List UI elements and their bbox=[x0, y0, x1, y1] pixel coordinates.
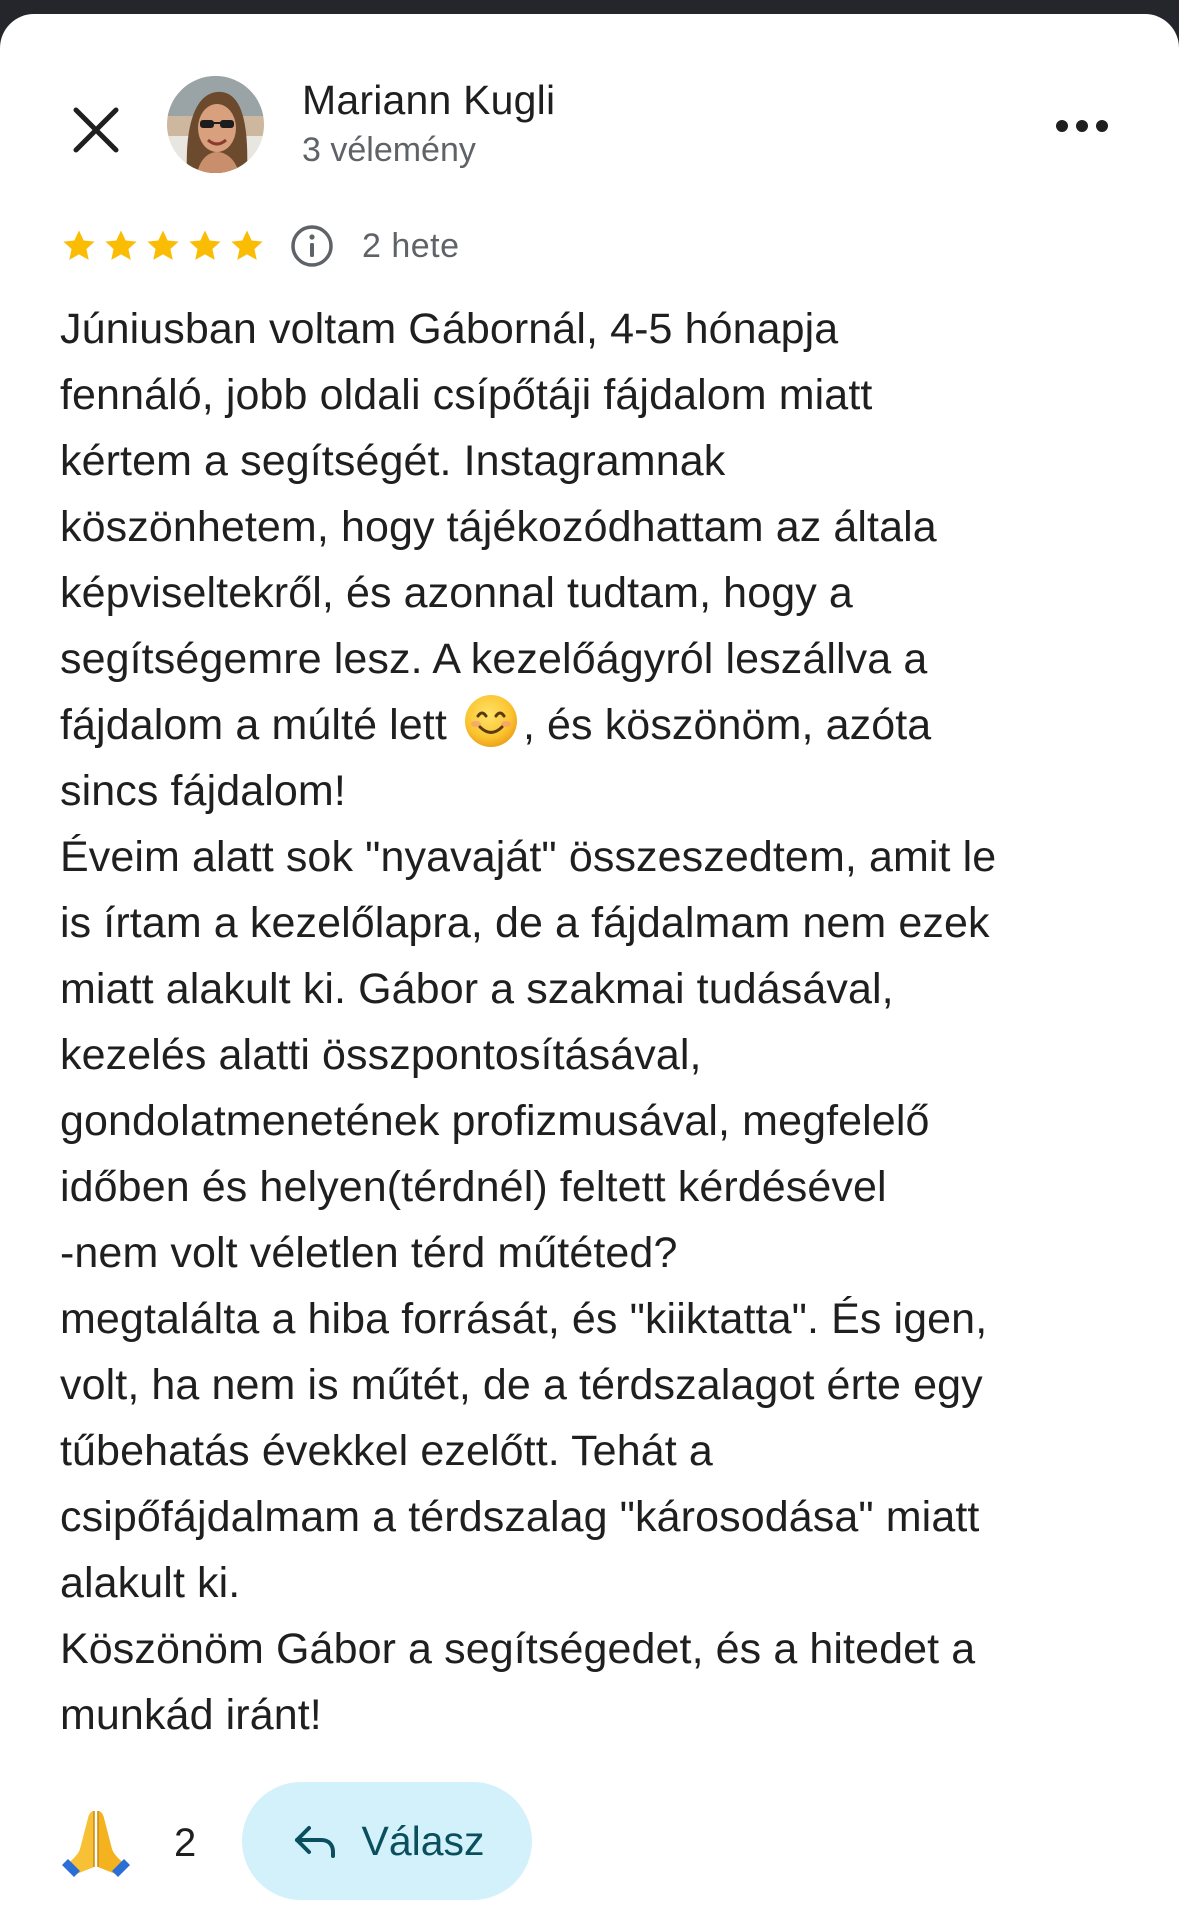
review-sheet: Mariann Kugli 3 vélemény 2 hete Júniusba… bbox=[0, 14, 1179, 1913]
close-button[interactable] bbox=[64, 98, 128, 162]
review-text-line: megtalálta a hiba forrását, és "kiiktatt… bbox=[60, 1295, 988, 1343]
review-text-line: is írtam a kezelőlapra, de a fájdalmam n… bbox=[60, 899, 990, 947]
reaction-count: 2 bbox=[174, 1820, 197, 1865]
review-text-line: gondolatmenetének profizmusával, megfele… bbox=[60, 1097, 930, 1145]
close-icon bbox=[73, 107, 119, 153]
review-text-line: tűbehatás évekkel ezelőtt. Tehát a bbox=[60, 1427, 713, 1475]
review-text-line: köszönhetem, hogy tájékozódhattam az ált… bbox=[60, 503, 937, 551]
review-text-line: fennáló, jobb oldali csípőtáji fájdalom … bbox=[60, 371, 873, 419]
review-text-line: időben és helyen(térdnél) feltett kérdés… bbox=[60, 1163, 887, 1211]
review-text-line: volt, ha nem is műtét, de a térdszalagot… bbox=[60, 1361, 983, 1409]
info-button[interactable] bbox=[288, 222, 336, 270]
reply-label: Válasz bbox=[361, 1817, 485, 1864]
review-text-line: munkád iránt! bbox=[60, 1691, 322, 1739]
more-options-icon bbox=[1056, 120, 1108, 132]
review-text-line: segítségemre lesz. A kezelőágyról leszál… bbox=[60, 635, 928, 683]
avatar[interactable] bbox=[167, 76, 264, 173]
star-icon bbox=[102, 227, 140, 265]
profile-photo bbox=[167, 76, 264, 173]
review-text-line: csipőfájdalmam a térdszalag "károsodása"… bbox=[60, 1493, 980, 1541]
star-icon bbox=[228, 227, 266, 265]
review-text-line: miatt alakult ki. Gábor a szakmai tudásá… bbox=[60, 965, 894, 1013]
star-icon bbox=[186, 227, 224, 265]
smiling-face-icon bbox=[463, 693, 519, 749]
folded-hands-icon bbox=[62, 1811, 130, 1877]
review-text-line: -nem volt véletlen térd műtéted? bbox=[60, 1229, 678, 1277]
review-text-line: képviseltekről, és azonnal tudtam, hogy … bbox=[60, 569, 853, 617]
star-rating bbox=[60, 227, 266, 265]
review-text-line: Júniusban voltam Gábornál, 4-5 hónapja bbox=[60, 305, 839, 353]
review-text-line: alakult ki. bbox=[60, 1559, 241, 1607]
star-icon bbox=[60, 227, 98, 265]
review-text-line: Éveim alatt sok "nyavaját" összeszedtem,… bbox=[60, 833, 997, 881]
review-text-line: fájdalom a múlté lett , és köszönöm, azó… bbox=[60, 692, 1130, 758]
review-text-segment: fájdalom a múlté lett bbox=[60, 701, 459, 749]
review-text-line: sincs fájdalom! bbox=[60, 767, 346, 815]
reaction-button[interactable]: 2 bbox=[58, 1805, 196, 1881]
review-text-line: Köszönöm Gábor a segítségedet, és a hite… bbox=[60, 1625, 976, 1673]
review-text-line: kezelés alatti összpontosításával, bbox=[60, 1031, 702, 1079]
review-text: Júniusban voltam Gábornál, 4-5 hónapja fe… bbox=[60, 296, 1130, 1748]
author-review-count[interactable]: 3 vélemény bbox=[302, 131, 476, 170]
star-icon bbox=[144, 227, 182, 265]
rating-row: 2 hete bbox=[60, 221, 460, 271]
reply-button[interactable]: Válasz bbox=[242, 1782, 532, 1900]
reply-arrow-icon bbox=[295, 1826, 336, 1858]
review-date: 2 hete bbox=[362, 226, 460, 265]
author-name[interactable]: Mariann Kugli bbox=[302, 77, 555, 124]
more-options-button[interactable] bbox=[1050, 104, 1114, 148]
review-text-segment: , és köszönöm, azóta bbox=[522, 701, 932, 749]
review-text-line: kértem a segítségét. Instagramnak bbox=[60, 437, 726, 485]
info-icon bbox=[291, 225, 333, 267]
